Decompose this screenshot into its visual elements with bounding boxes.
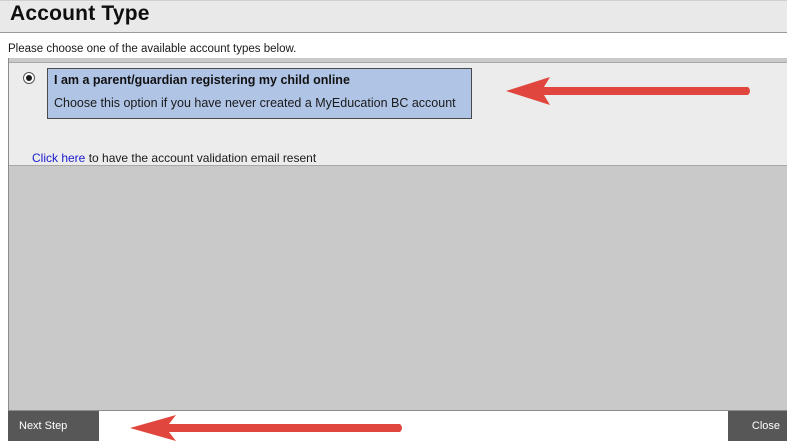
account-options-panel: I am a parent/guardian registering my ch… <box>9 62 787 166</box>
resend-email-line: Click here to have the account validatio… <box>32 151 316 165</box>
radio-selected-dot <box>26 75 32 81</box>
parent-guardian-radio[interactable] <box>23 72 35 84</box>
close-button[interactable]: Close <box>728 411 787 441</box>
account-option-row[interactable]: I am a parent/guardian registering my ch… <box>23 68 472 119</box>
instructions-text: Please choose one of the available accou… <box>8 43 297 55</box>
parent-guardian-option[interactable]: I am a parent/guardian registering my ch… <box>47 68 472 119</box>
option-description: Choose this option if you have never cre… <box>54 96 456 110</box>
account-type-dialog: Account Type Please choose one of the av… <box>0 0 787 441</box>
next-step-button[interactable]: Next Step <box>8 411 99 441</box>
option-title: I am a parent/guardian registering my ch… <box>54 73 350 87</box>
resend-email-text: to have the account validation email res… <box>85 151 317 165</box>
page-title: Account Type <box>10 2 150 25</box>
title-bar: Account Type <box>0 0 787 33</box>
footer-bar: Next Step Close <box>8 410 787 441</box>
resend-email-link[interactable]: Click here <box>32 151 85 165</box>
content-area: I am a parent/guardian registering my ch… <box>8 58 787 410</box>
